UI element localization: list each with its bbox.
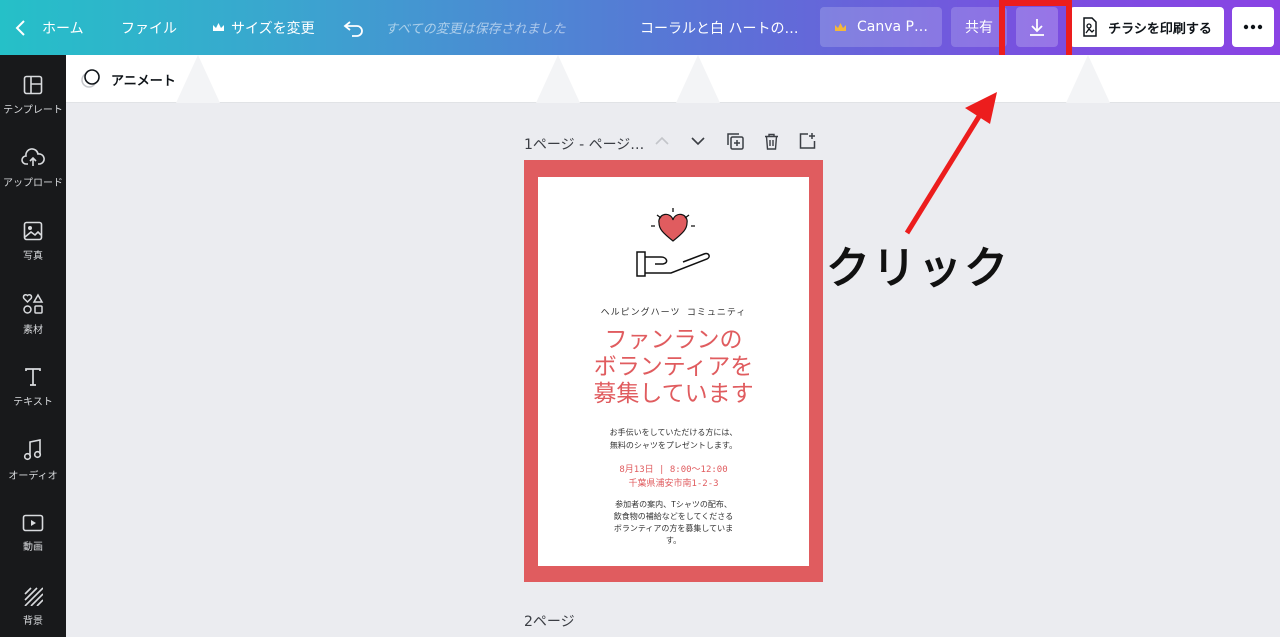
save-status: すべての変更は保存されました — [385, 22, 566, 37]
canva-pro-button[interactable]: Canva P… — [820, 7, 942, 47]
sidebar-item-label: 写真 — [23, 250, 43, 262]
resize-label: サイズを変更 — [231, 20, 315, 37]
undo-button[interactable] — [343, 0, 365, 55]
text-icon — [25, 367, 41, 386]
flyer-title-line: ファンランの — [604, 327, 743, 353]
sidebar-item-label: テンプレート — [3, 104, 63, 116]
annotation-arrow — [904, 92, 997, 235]
click-annotation-label: クリック — [826, 243, 1010, 294]
flyer-details: 参加者の案内、Tシャツの配布、 飲食物の補給などをしてくださる ボランティアの方… — [538, 499, 809, 547]
flyer-description: お手伝いをしていただける方には、 無料のシャツをプレゼントします。 — [538, 426, 809, 452]
decorative-triangle — [176, 55, 220, 103]
video-icon — [22, 514, 44, 531]
sidebar-item-video[interactable]: 動画 — [0, 501, 66, 565]
trash-icon[interactable] — [764, 133, 779, 150]
home-button[interactable]: ホーム — [14, 0, 84, 55]
decorative-triangle — [536, 55, 580, 103]
sidebar-item-label: オーディオ — [8, 470, 58, 482]
sidebar-item-templates[interactable]: テンプレート — [0, 63, 66, 127]
page-2-title[interactable]: 2ページ — [524, 611, 575, 631]
undo-icon — [343, 20, 363, 37]
left-sidebar: テンプレート アップロード 写真 素材 テキスト オーディオ 動画 背景 — [0, 55, 66, 637]
sidebar-item-photos[interactable]: 写真 — [0, 209, 66, 273]
flyer-details-line: す。 — [665, 536, 682, 545]
print-flyer-label: チラシを印刷する — [1108, 21, 1212, 37]
animate-icon — [81, 69, 100, 88]
file-menu-button[interactable]: ファイル — [121, 0, 177, 55]
sidebar-item-uploads[interactable]: アップロード — [0, 136, 66, 200]
flyer-canvas[interactable]: ヘルピングハーツ コミュニティ ファンランの ボランティアを 募集しています お… — [538, 177, 809, 566]
photo-icon — [23, 221, 43, 240]
sidebar-item-elements[interactable]: 素材 — [0, 282, 66, 346]
template-icon — [23, 75, 43, 94]
heart-hand-illustration — [636, 208, 710, 277]
document-title[interactable]: コーラルと白 ハートの… — [640, 0, 798, 55]
print-flyer-button[interactable]: チラシを印刷する — [1070, 7, 1224, 47]
page-1-title[interactable]: 1ページ - ページ… — [524, 134, 644, 154]
more-options-button[interactable] — [1232, 7, 1274, 47]
upload-icon — [21, 147, 45, 166]
animate-label: アニメート — [111, 73, 176, 89]
flyer-description-line: 無料のシャツをプレゼントします。 — [609, 441, 738, 450]
audio-icon — [23, 438, 42, 460]
sidebar-item-background[interactable]: 背景 — [0, 574, 66, 637]
sidebar-item-label: 素材 — [23, 324, 43, 336]
flyer-title-line: ボランティアを — [593, 354, 754, 380]
top-toolbar: ホーム ファイル サイズを変更 すべての変更は保存されました コーラルと白 ハー… — [0, 0, 1280, 55]
flyer-organization: ヘルピングハーツ コミュニティ — [600, 308, 747, 318]
sidebar-item-text[interactable]: テキスト — [0, 355, 66, 419]
flyer-description-line: お手伝いをしていただける方には、 — [609, 428, 738, 437]
elements-icon — [22, 292, 44, 314]
sidebar-item-label: アップロード — [3, 177, 63, 189]
decorative-triangle — [676, 55, 720, 103]
flyer-details-line: ボランティアの方を募集していま — [613, 524, 734, 533]
flyer-date: 8月13日 | 8:00〜12:00 — [619, 465, 728, 475]
sidebar-item-label: テキスト — [13, 396, 53, 408]
home-label: ホーム — [42, 20, 84, 37]
crown-icon — [835, 22, 846, 31]
chevron-left-icon — [15, 19, 25, 36]
decorative-triangle — [1066, 55, 1110, 103]
more-icon — [1243, 24, 1263, 30]
flyer-address: 千葉県浦安市南1-2-3 — [628, 479, 719, 489]
sidebar-item-label: 動画 — [23, 541, 43, 553]
duplicate-page-icon[interactable] — [727, 133, 744, 150]
background-icon — [24, 586, 43, 606]
secondary-toolbar: アニメート — [66, 55, 1280, 103]
resize-button[interactable]: サイズを変更 — [212, 0, 315, 55]
canva-pro-label: Canva P… — [857, 19, 928, 35]
flyer-details-line: 参加者の案内、Tシャツの配布、 — [615, 500, 732, 509]
flyer-details-line: 飲食物の補給などをしてくださる — [613, 512, 734, 521]
crown-icon — [213, 23, 224, 31]
chevron-up-icon[interactable] — [655, 136, 669, 146]
animate-button[interactable]: アニメート — [80, 68, 176, 90]
flyer-title: ファンランの ボランティアを 募集しています — [538, 327, 809, 408]
sidebar-item-label: 背景 — [23, 615, 43, 627]
print-document-icon — [1083, 17, 1097, 37]
chevron-down-icon[interactable] — [691, 136, 705, 146]
add-page-icon[interactable] — [799, 132, 816, 149]
flyer-title-line: 募集しています — [593, 381, 754, 407]
flyer-event-info: 8月13日 | 8:00〜12:00 千葉県浦安市南1-2-3 — [538, 463, 809, 491]
sidebar-item-audio[interactable]: オーディオ — [0, 428, 66, 492]
